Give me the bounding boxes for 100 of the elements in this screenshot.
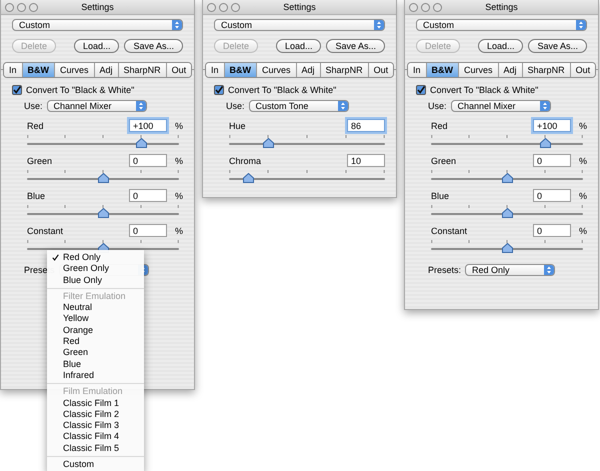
slider-thumb[interactable]: [98, 208, 109, 218]
slider-thumb[interactable]: [502, 173, 513, 183]
value-field[interactable]: 0: [129, 224, 167, 237]
popup-arrows-icon: [172, 20, 182, 30]
tab[interactable]: Adj: [296, 63, 320, 77]
slider-label: Chroma: [229, 156, 262, 166]
slider-track[interactable]: [431, 135, 583, 147]
slider-track[interactable]: [431, 240, 583, 252]
push-button[interactable]: Load...: [74, 39, 120, 53]
slider-thumb[interactable]: [502, 243, 513, 253]
push-button[interactable]: Load...: [276, 39, 322, 53]
menu-item[interactable]: Classic Film 4: [47, 431, 144, 443]
popup-arrows-icon: [374, 20, 384, 30]
tab[interactable]: Out: [570, 63, 595, 77]
menu-item[interactable]: Blue: [47, 358, 144, 370]
window-title: Settings: [283, 2, 316, 12]
value-field[interactable]: +100: [129, 119, 167, 132]
popup-arrows-icon: [544, 265, 554, 275]
popup-arrows-icon: [338, 101, 348, 111]
tab[interactable]: Curves: [54, 63, 94, 77]
slider-label: Red: [431, 120, 448, 130]
tab[interactable]: B&W: [224, 63, 256, 77]
menu-item[interactable]: Neutral: [47, 302, 144, 314]
value-field[interactable]: 0: [129, 189, 167, 202]
slider-track[interactable]: [431, 170, 583, 182]
slider-thumb[interactable]: [98, 173, 109, 183]
checkbox[interactable]: [214, 85, 224, 95]
tab[interactable]: B&W: [426, 63, 458, 77]
menu-item[interactable]: Orange: [47, 324, 144, 336]
slider-track[interactable]: [27, 170, 179, 182]
use-label: Use:: [226, 101, 245, 111]
tab[interactable]: Out: [166, 63, 191, 77]
menu-item[interactable]: Red: [47, 336, 144, 348]
menu-item[interactable]: Red Only: [47, 252, 144, 264]
slider-track[interactable]: [27, 205, 179, 217]
popup-button[interactable]: Custom: [12, 19, 183, 31]
push-button[interactable]: Save As...: [528, 39, 587, 53]
menu-item[interactable]: Classic Film 1: [47, 398, 144, 409]
tab[interactable]: SharpNR: [522, 63, 570, 77]
menu-item[interactable]: Classic Film 5: [47, 442, 144, 454]
value-field[interactable]: +100: [533, 119, 571, 132]
slider-label: Green: [431, 156, 456, 166]
value-field[interactable]: 0: [533, 154, 571, 167]
slider-thumb[interactable]: [263, 138, 274, 148]
menu-header: Filter Emulation: [62, 290, 127, 302]
window-title: Settings: [485, 2, 518, 12]
slider-label: Hue: [229, 120, 246, 130]
slider-track[interactable]: [27, 135, 179, 147]
tab[interactable]: SharpNR: [118, 63, 166, 77]
tab[interactable]: SharpNR: [320, 63, 368, 77]
slider-thumb[interactable]: [502, 208, 513, 218]
push-button[interactable]: Save As...: [124, 39, 183, 53]
slider-thumb[interactable]: [136, 138, 147, 148]
push-button[interactable]: Save As...: [326, 39, 385, 53]
value-field[interactable]: 0: [533, 189, 571, 202]
slider-thumb[interactable]: [242, 173, 254, 183]
value-field[interactable]: 10: [347, 154, 385, 167]
tab[interactable]: Adj: [498, 63, 522, 77]
popup-button[interactable]: Custom: [416, 19, 587, 31]
menu-item[interactable]: Custom: [47, 459, 144, 470]
tab[interactable]: B&W: [22, 63, 54, 77]
tab[interactable]: In: [408, 63, 426, 77]
tab[interactable]: In: [206, 63, 224, 77]
menu-item[interactable]: Yellow: [47, 313, 144, 325]
menu-item[interactable]: Classic Film 3: [47, 420, 144, 432]
popup-button[interactable]: Custom: [214, 19, 385, 31]
value-field[interactable]: 86: [347, 119, 385, 132]
value-field[interactable]: 0: [129, 154, 167, 167]
slider-track[interactable]: [431, 205, 583, 217]
popup-button[interactable]: Custom Tone: [248, 100, 349, 112]
slider-label: Red: [27, 120, 44, 130]
window-title: Settings: [81, 2, 114, 12]
slider-thumb[interactable]: [540, 138, 551, 148]
push-button[interactable]: Load...: [478, 39, 524, 53]
slider-track[interactable]: [229, 170, 385, 182]
unit-label: %: [175, 156, 183, 166]
unit-label: %: [175, 190, 183, 200]
slider-label: Constant: [27, 226, 64, 236]
menu-item[interactable]: Green: [47, 347, 144, 359]
popup-button[interactable]: Red Only: [465, 264, 556, 276]
tab[interactable]: Curves: [256, 63, 296, 77]
menu-item[interactable]: Infrared: [47, 370, 144, 382]
value-field[interactable]: 0: [533, 224, 571, 237]
use-label: Use:: [428, 101, 447, 111]
slider-label: Green: [27, 156, 52, 166]
checkbox[interactable]: [12, 85, 22, 95]
unit-label: %: [175, 226, 183, 236]
tab[interactable]: Out: [368, 63, 393, 77]
checkbox-label: Convert To "Black & White": [228, 85, 336, 95]
slider-label: Blue: [27, 190, 46, 200]
tab[interactable]: Adj: [94, 63, 118, 77]
menu-item[interactable]: Blue Only: [47, 274, 144, 286]
menu-item[interactable]: Classic Film 2: [47, 408, 144, 420]
checkbox[interactable]: [416, 85, 426, 95]
popup-button[interactable]: Channel Mixer: [450, 100, 551, 112]
slider-track[interactable]: [229, 135, 385, 147]
tab[interactable]: In: [4, 63, 22, 77]
popup-button[interactable]: Channel Mixer: [46, 100, 147, 112]
tab[interactable]: Curves: [458, 63, 498, 77]
checkbox-label: Convert To "Black & White": [26, 85, 134, 95]
